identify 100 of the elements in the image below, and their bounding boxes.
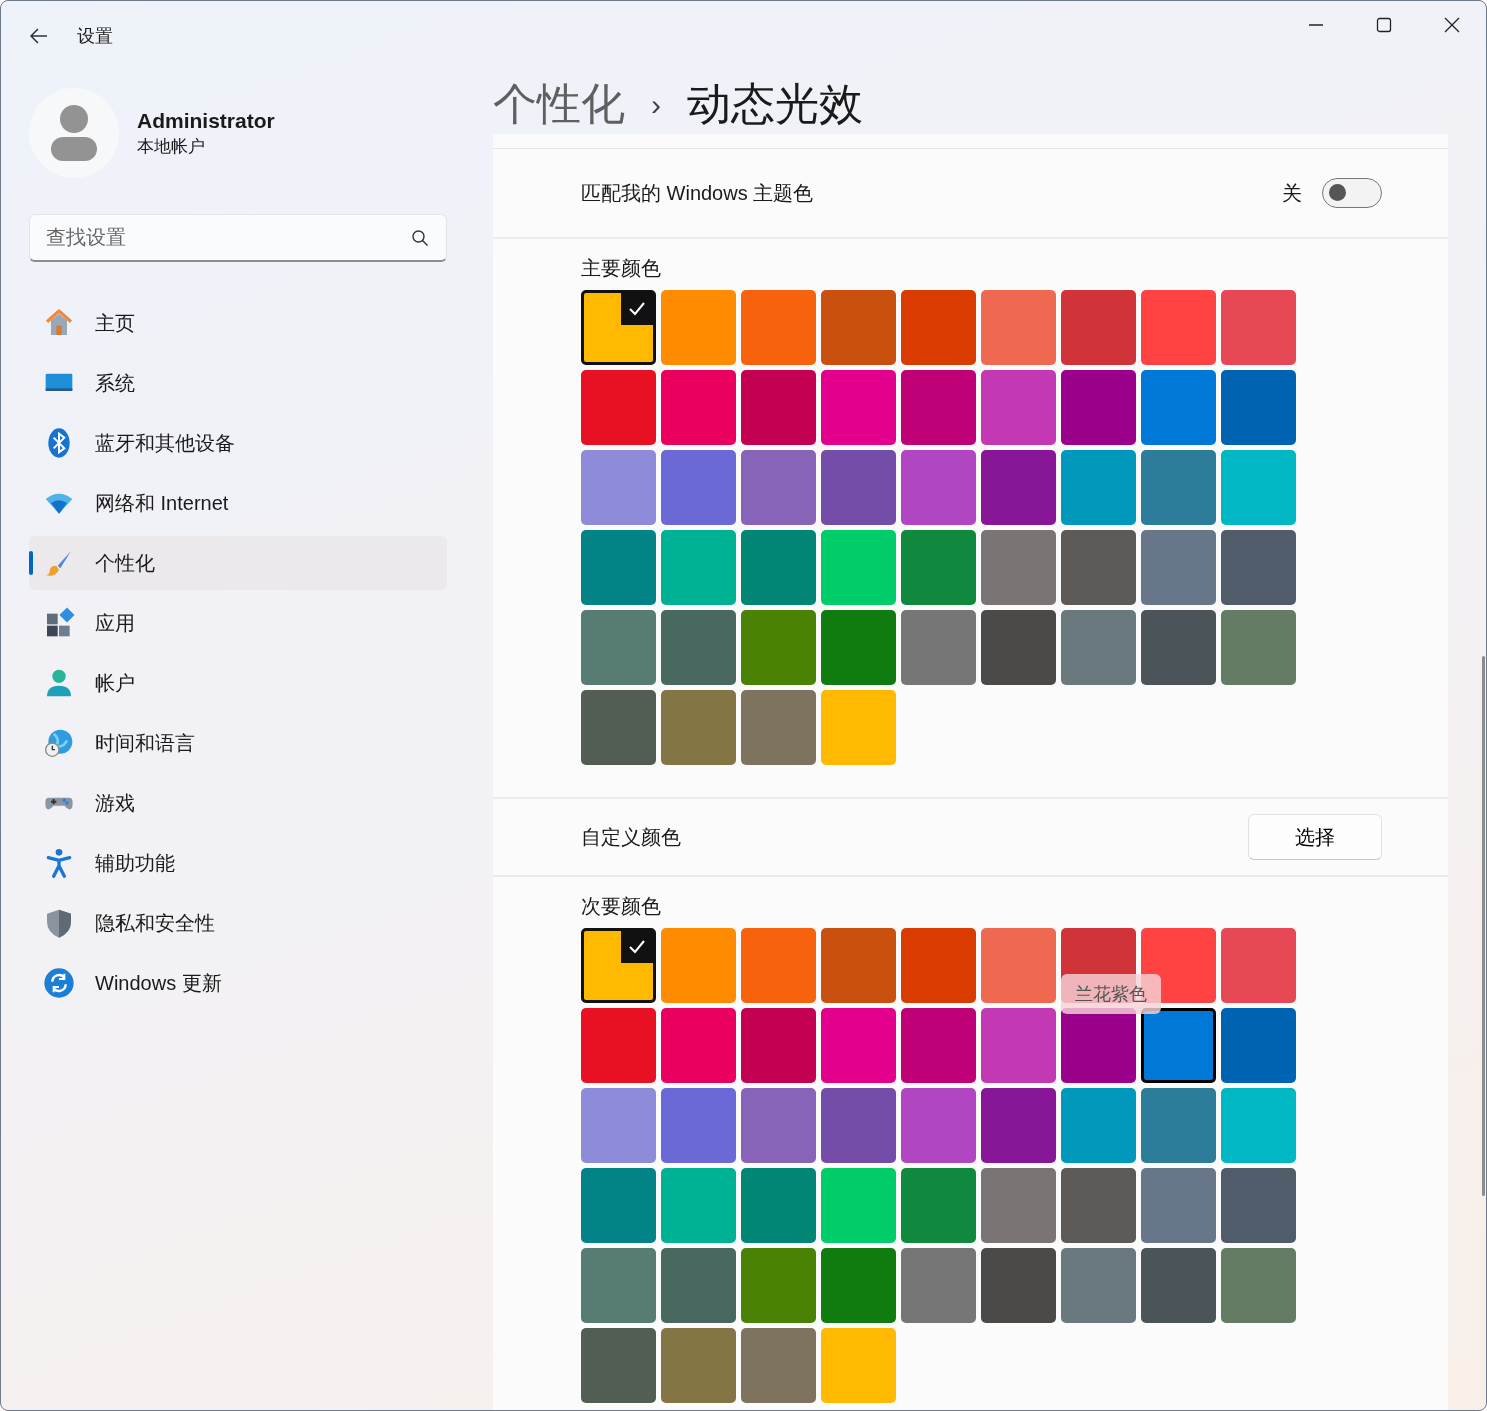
- sidebar-item[interactable]: 系统: [29, 356, 447, 410]
- color-swatch[interactable]: [1141, 1088, 1216, 1163]
- color-swatch[interactable]: [901, 1248, 976, 1323]
- color-swatch[interactable]: [1221, 1168, 1296, 1243]
- color-swatch[interactable]: [901, 450, 976, 525]
- color-swatch[interactable]: [581, 530, 656, 605]
- color-swatch[interactable]: [821, 1328, 896, 1403]
- color-swatch[interactable]: [1061, 450, 1136, 525]
- color-swatch[interactable]: [1061, 370, 1136, 445]
- color-swatch[interactable]: [901, 1008, 976, 1083]
- color-swatch[interactable]: [821, 1088, 896, 1163]
- toggle-switch[interactable]: [1322, 178, 1382, 208]
- color-swatch[interactable]: [981, 450, 1056, 525]
- color-swatch[interactable]: [901, 290, 976, 365]
- color-swatch[interactable]: [1221, 1008, 1296, 1083]
- color-swatch[interactable]: [821, 450, 896, 525]
- color-swatch[interactable]: [581, 1168, 656, 1243]
- color-swatch[interactable]: [581, 450, 656, 525]
- color-swatch[interactable]: [741, 290, 816, 365]
- color-swatch[interactable]: [1221, 450, 1296, 525]
- color-swatch[interactable]: [741, 1088, 816, 1163]
- color-swatch[interactable]: [661, 1008, 736, 1083]
- color-swatch[interactable]: [821, 1008, 896, 1083]
- sidebar-item[interactable]: 辅助功能: [29, 836, 447, 890]
- color-swatch[interactable]: [741, 690, 816, 765]
- color-swatch[interactable]: [821, 690, 896, 765]
- color-swatch[interactable]: [661, 1088, 736, 1163]
- color-swatch[interactable]: [821, 530, 896, 605]
- sidebar-item[interactable]: Windows 更新: [29, 956, 447, 1010]
- color-swatch[interactable]: [821, 928, 896, 1003]
- color-swatch[interactable]: [661, 690, 736, 765]
- color-swatch[interactable]: [661, 290, 736, 365]
- color-swatch[interactable]: [1141, 1168, 1216, 1243]
- color-swatch[interactable]: [981, 1088, 1056, 1163]
- color-swatch[interactable]: [741, 530, 816, 605]
- color-swatch[interactable]: [981, 1248, 1056, 1323]
- sidebar-item[interactable]: 蓝牙和其他设备: [29, 416, 447, 470]
- color-swatch[interactable]: [741, 1168, 816, 1243]
- color-swatch[interactable]: [581, 690, 656, 765]
- sidebar-item[interactable]: 游戏: [29, 776, 447, 830]
- color-swatch[interactable]: [661, 928, 736, 1003]
- color-swatch[interactable]: [1221, 1248, 1296, 1323]
- color-swatch[interactable]: [581, 1248, 656, 1323]
- color-swatch[interactable]: [981, 1008, 1056, 1083]
- color-swatch[interactable]: [661, 1248, 736, 1323]
- color-swatch[interactable]: [661, 450, 736, 525]
- color-swatch[interactable]: [981, 928, 1056, 1003]
- color-swatch[interactable]: [1141, 370, 1216, 445]
- color-swatch[interactable]: [581, 1328, 656, 1403]
- color-swatch[interactable]: [821, 290, 896, 365]
- color-swatch[interactable]: [1221, 1088, 1296, 1163]
- color-swatch[interactable]: [821, 1168, 896, 1243]
- color-swatch[interactable]: [581, 610, 656, 685]
- color-swatch[interactable]: [581, 290, 656, 365]
- color-swatch[interactable]: [1141, 530, 1216, 605]
- color-swatch[interactable]: [981, 290, 1056, 365]
- color-swatch[interactable]: [741, 610, 816, 685]
- color-swatch[interactable]: [901, 1088, 976, 1163]
- color-swatch[interactable]: [1061, 1168, 1136, 1243]
- sidebar-item[interactable]: 应用: [29, 596, 447, 650]
- sidebar-item[interactable]: 时间和语言: [29, 716, 447, 770]
- color-swatch[interactable]: [1221, 610, 1296, 685]
- scrollbar[interactable]: [1482, 656, 1485, 1196]
- color-swatch[interactable]: [901, 370, 976, 445]
- color-swatch[interactable]: [661, 530, 736, 605]
- color-swatch[interactable]: [981, 610, 1056, 685]
- color-swatch[interactable]: [821, 1248, 896, 1323]
- sidebar-item[interactable]: 隐私和安全性: [29, 896, 447, 950]
- color-swatch[interactable]: [661, 610, 736, 685]
- breadcrumb-parent[interactable]: 个性化: [493, 75, 625, 134]
- color-swatch[interactable]: [1141, 1248, 1216, 1323]
- color-swatch[interactable]: [901, 1168, 976, 1243]
- color-swatch[interactable]: [901, 530, 976, 605]
- color-swatch[interactable]: [741, 1248, 816, 1323]
- color-swatch[interactable]: [661, 1168, 736, 1243]
- color-swatch[interactable]: [1141, 290, 1216, 365]
- color-swatch[interactable]: [981, 370, 1056, 445]
- sidebar-item[interactable]: 帐户: [29, 656, 447, 710]
- color-swatch[interactable]: [981, 530, 1056, 605]
- color-swatch[interactable]: [741, 1328, 816, 1403]
- color-swatch[interactable]: [581, 370, 656, 445]
- color-swatch[interactable]: [1061, 610, 1136, 685]
- color-swatch[interactable]: [1061, 1248, 1136, 1323]
- color-swatch[interactable]: [1141, 450, 1216, 525]
- search-field[interactable]: 查找设置: [29, 214, 447, 262]
- color-swatch[interactable]: [1141, 610, 1216, 685]
- color-swatch[interactable]: [1061, 530, 1136, 605]
- color-swatch[interactable]: [1221, 530, 1296, 605]
- sidebar-item[interactable]: 网络和 Internet: [29, 476, 447, 530]
- color-swatch[interactable]: [741, 1008, 816, 1083]
- color-swatch[interactable]: [821, 370, 896, 445]
- color-swatch[interactable]: [741, 928, 816, 1003]
- color-swatch[interactable]: [1141, 1008, 1216, 1083]
- color-swatch[interactable]: [1061, 290, 1136, 365]
- color-swatch[interactable]: [1061, 1088, 1136, 1163]
- color-swatch[interactable]: [581, 1088, 656, 1163]
- sidebar-item[interactable]: 主页: [29, 296, 447, 350]
- color-swatch[interactable]: [741, 450, 816, 525]
- color-swatch[interactable]: [661, 370, 736, 445]
- color-swatch[interactable]: [1221, 928, 1296, 1003]
